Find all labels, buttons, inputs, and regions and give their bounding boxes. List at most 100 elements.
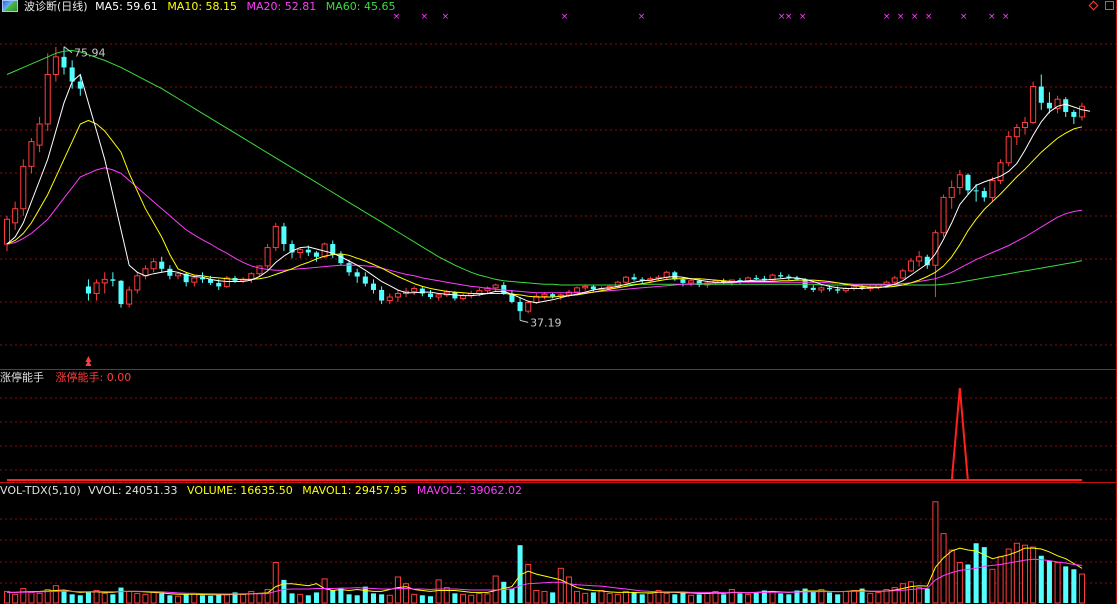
volume-bar-down [778, 593, 784, 603]
volume-bar-down [338, 588, 344, 603]
volume-bar-up [468, 594, 475, 604]
window-toggle-icon[interactable] [1105, 1, 1114, 10]
volume-bar-down [680, 592, 686, 603]
volume-bar-up [435, 579, 442, 604]
candle-down [631, 277, 637, 280]
volume-bar-down [672, 594, 678, 603]
candle-down [802, 279, 808, 288]
volume-bar-down [354, 595, 360, 603]
volume-bar-down [419, 595, 425, 603]
volume-bar-up [850, 589, 857, 604]
volume-bar-up [1054, 562, 1061, 604]
candle-down [110, 279, 116, 281]
volume-bar-up [101, 592, 108, 604]
volume-bar-down [69, 594, 75, 603]
candle-up [997, 162, 1004, 181]
candle-up [907, 260, 915, 272]
indicator-value: 涨停能手: 0.00 [55, 371, 132, 384]
candle-up [411, 288, 418, 292]
volume-label: VOLUME: 16635.50 [187, 484, 293, 497]
candle-down [167, 268, 173, 276]
ma20-label: MA20: 52.81 [246, 0, 317, 13]
volume-bar-down [216, 594, 222, 603]
signal-marker: × [442, 12, 450, 22]
candle-up [36, 123, 43, 146]
candle-up [1030, 86, 1037, 124]
candle-up [1078, 105, 1086, 118]
candle-up [264, 247, 271, 267]
volume-bar-down [159, 593, 165, 603]
signal-marker: × [561, 12, 569, 22]
signal-marker: × [897, 12, 905, 22]
ma60-line [6, 49, 1083, 286]
volume-indicator-name: VOL-TDX(5,10) [0, 484, 81, 497]
volume-bar-down [370, 593, 377, 603]
candle-up [174, 273, 182, 277]
volume-bar-up [907, 581, 915, 604]
signal-marker: × [638, 12, 646, 22]
volume-bar-up [565, 576, 572, 604]
volume-bar-up [3, 590, 11, 604]
volume-bar-up [688, 594, 695, 604]
candle-up [248, 273, 255, 280]
candle-down [680, 279, 686, 283]
candle-down [379, 289, 385, 301]
candle-up [574, 287, 581, 293]
volume-bar-up [460, 593, 467, 604]
volume-bar-up [394, 576, 401, 604]
mavol2-line [7, 558, 1083, 595]
volume-bar-down [501, 581, 507, 603]
signal-marker: × [911, 12, 919, 22]
volume-bar-up [932, 501, 939, 604]
candle-down [981, 191, 987, 198]
mavol1-label: MAVOL1: 29457.95 [302, 484, 408, 497]
volume-bar-down [427, 596, 434, 603]
volume-bar-down [550, 592, 556, 603]
indicator-name: 涨停能手 [0, 371, 44, 384]
mavol2-label: MAVOL2: 39062.02 [416, 484, 523, 497]
candle-up [134, 275, 141, 291]
main-legend: 波诊断(日线) MA5: 59.61 MA10: 58.15 MA20: 52.… [0, 0, 401, 14]
candle-up [1005, 136, 1012, 164]
candle-up [663, 271, 670, 278]
price-annotation: 37.19 [530, 316, 562, 329]
candle-up [688, 280, 695, 284]
stock-chart-canvas[interactable]: 75.9437.19× × × × × × × × × × × × × × × [0, 0, 1117, 604]
volume-bar-down [452, 593, 458, 603]
volume-bar-up [557, 567, 564, 604]
candle-up [622, 276, 629, 283]
volume-bar-down [379, 594, 385, 603]
candle-down [973, 190, 979, 192]
candle-up [899, 270, 906, 279]
volume-bar-up [223, 594, 230, 604]
ma5-label: MA5: 59.61 [95, 0, 158, 13]
signal-marker: × [988, 12, 996, 22]
signal-marker: × [799, 12, 807, 22]
volume-bar-up [272, 562, 279, 604]
candle-down [216, 282, 222, 287]
candle-down [313, 252, 319, 257]
volume-bar-down [118, 587, 124, 603]
volume-bar-up [875, 591, 882, 604]
candle-down [427, 293, 434, 298]
volume-bar-down [330, 590, 336, 603]
volume-bar-up [126, 590, 133, 604]
candle-up [297, 249, 304, 254]
candle-down [61, 56, 67, 68]
volume-bar-down [924, 588, 930, 603]
volume-bar-up [842, 590, 849, 604]
volume-bar-down [810, 591, 816, 603]
volume-bar-up [240, 593, 247, 604]
price-annotation-leader [63, 46, 73, 54]
volume-bar-up [867, 592, 874, 604]
volume-bar-up [476, 592, 483, 604]
candle-down [1038, 86, 1044, 103]
volume-bar-up [150, 591, 157, 604]
candle-up [891, 277, 898, 283]
candle-up [940, 196, 947, 234]
volume-bar-up [20, 588, 27, 604]
volume-bar-down [289, 593, 295, 603]
volume-bar-up [622, 590, 629, 604]
volume-bar-up [899, 583, 906, 604]
ma60-label: MA60: 45.65 [325, 0, 396, 13]
